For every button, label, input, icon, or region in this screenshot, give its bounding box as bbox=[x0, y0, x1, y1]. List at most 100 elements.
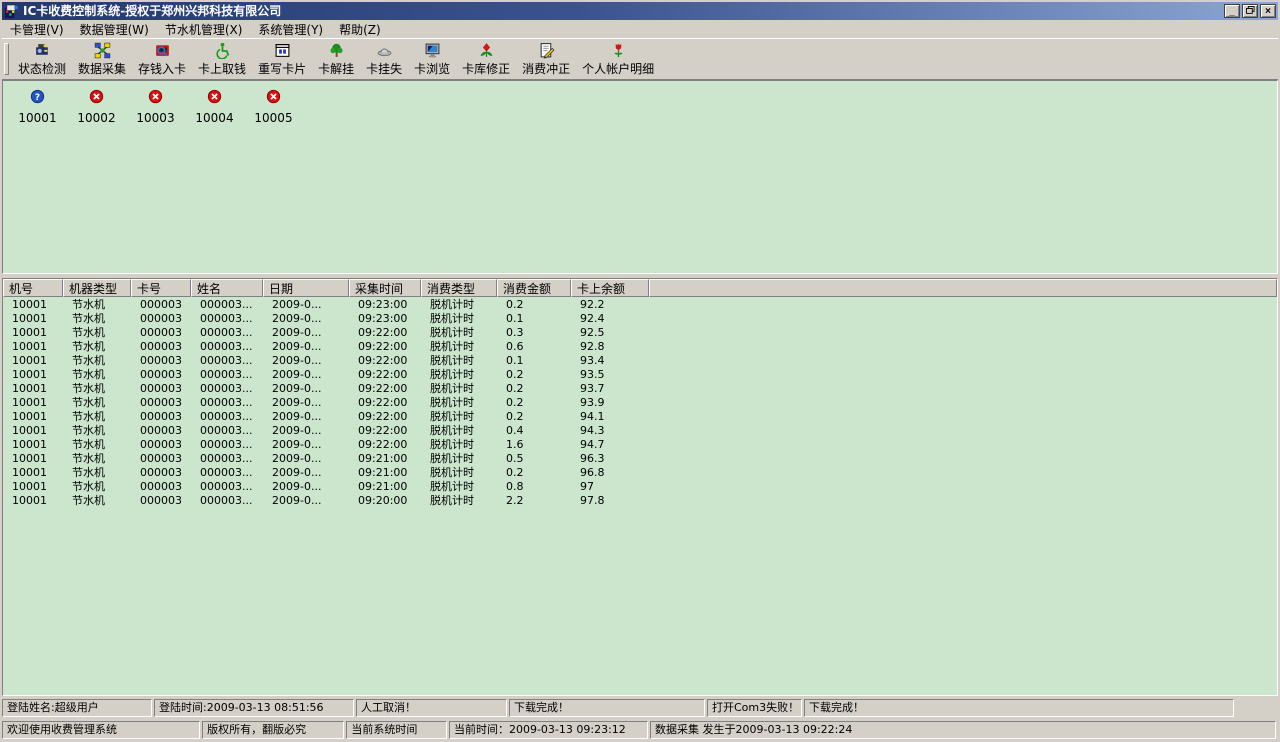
toolbar-button-label: 卡解挂 bbox=[318, 63, 354, 76]
table-row[interactable]: 10001节水机000003000003...2009-0...09:22:00… bbox=[3, 367, 1277, 381]
toolbar-button-deposit-money[interactable]: 存钱入卡 bbox=[132, 40, 192, 78]
table-row[interactable]: 10001节水机000003000003...2009-0...09:22:00… bbox=[3, 339, 1277, 353]
column-header-7[interactable]: 消费类型 bbox=[421, 279, 497, 297]
table-row[interactable]: 10001节水机000003000003...2009-0...09:22:00… bbox=[3, 325, 1277, 339]
table-cell: 节水机 bbox=[63, 492, 131, 508]
table-row[interactable]: 10001节水机000003000003...2009-0...09:22:00… bbox=[3, 437, 1277, 451]
table-cell: 0.2 bbox=[497, 298, 571, 311]
table-cell: 0.2 bbox=[497, 368, 571, 381]
table-cell: 09:22:00 bbox=[349, 382, 421, 395]
window-title: IC卡收费控制系统-授权于郑州兴邦科技有限公司 bbox=[23, 3, 1222, 19]
toolbar-button-label: 个人帐户明细 bbox=[582, 63, 654, 76]
menu-item-5[interactable]: 帮助(Z) bbox=[331, 20, 389, 39]
device-item-10005[interactable]: 10005 bbox=[251, 89, 296, 125]
minimize-button[interactable]: _ bbox=[1224, 4, 1240, 18]
table-cell: 09:20:00 bbox=[349, 494, 421, 507]
table-cell: 2009-0... bbox=[263, 466, 349, 479]
card-unsuspend-tree-icon bbox=[328, 42, 345, 62]
column-header-6[interactable]: 采集时间 bbox=[349, 279, 421, 297]
toolbar-button-card-db-fix-flower[interactable]: 卡库修正 bbox=[456, 40, 516, 78]
toolbar-button-status-check[interactable]: 状态检测 bbox=[12, 40, 72, 78]
table-row[interactable]: 10001节水机000003000003...2009-0...09:22:00… bbox=[3, 353, 1277, 367]
table-cell: 92.2 bbox=[571, 298, 649, 311]
device-item-10003[interactable]: 10003 bbox=[133, 89, 178, 125]
card-browse-monitor-icon bbox=[424, 42, 441, 62]
table-cell: 000003... bbox=[191, 424, 263, 437]
table-cell: 10001 bbox=[3, 354, 63, 367]
table-row[interactable]: 10001节水机000003000003...2009-0...09:20:00… bbox=[3, 493, 1277, 507]
column-header-3[interactable]: 卡号 bbox=[131, 279, 191, 297]
menu-item-1[interactable]: 卡管理(V) bbox=[2, 20, 72, 39]
table-cell: 2009-0... bbox=[263, 480, 349, 493]
table-row[interactable]: 10001节水机000003000003...2009-0...09:22:00… bbox=[3, 381, 1277, 395]
table-cell: 10001 bbox=[3, 368, 63, 381]
column-header-9[interactable]: 卡上余额 bbox=[571, 279, 649, 297]
table-row[interactable]: 10001节水机000003000003...2009-0...09:23:00… bbox=[3, 297, 1277, 311]
table-cell: 2.2 bbox=[497, 494, 571, 507]
table-cell: 0.2 bbox=[497, 410, 571, 423]
table-cell: 000003... bbox=[191, 480, 263, 493]
device-item-10002[interactable]: 10002 bbox=[74, 89, 119, 125]
table-row[interactable]: 10001节水机000003000003...2009-0...09:22:00… bbox=[3, 395, 1277, 409]
device-id-label: 10002 bbox=[77, 111, 115, 125]
table-body: 10001节水机000003000003...2009-0...09:23:00… bbox=[3, 297, 1277, 507]
restore-button[interactable] bbox=[1242, 4, 1258, 18]
device-status-panel: ?10001 10002 10003 10004 10005 bbox=[2, 80, 1278, 274]
column-header-8[interactable]: 消费金额 bbox=[497, 279, 571, 297]
table-cell: 09:22:00 bbox=[349, 354, 421, 367]
table-cell: 2009-0... bbox=[263, 298, 349, 311]
app-icon bbox=[4, 4, 19, 19]
table-cell: 000003 bbox=[131, 480, 191, 493]
table-row[interactable]: 10001节水机000003000003...2009-0...09:21:00… bbox=[3, 451, 1277, 465]
table-row[interactable]: 10001节水机000003000003...2009-0...09:21:00… bbox=[3, 479, 1277, 493]
table-cell: 92.8 bbox=[571, 340, 649, 353]
table-cell: 2009-0... bbox=[263, 354, 349, 367]
status-panel-bottom-1: 欢迎使用收费管理系统 bbox=[2, 721, 200, 739]
withdraw-money-icon bbox=[214, 42, 231, 62]
close-button[interactable]: × bbox=[1260, 4, 1276, 18]
table-cell: 000003... bbox=[191, 494, 263, 507]
table-cell: 09:23:00 bbox=[349, 298, 421, 311]
device-id-label: 10004 bbox=[195, 111, 233, 125]
table-cell: 94.1 bbox=[571, 410, 649, 423]
status-panel-bottom-2: 版权所有，翻版必究 bbox=[202, 721, 344, 739]
column-header-2[interactable]: 机器类型 bbox=[63, 279, 131, 297]
status-panel-top-2: 登陆时间:2009-03-13 08:51:56 bbox=[154, 699, 354, 717]
menu-item-2[interactable]: 数据管理(W) bbox=[72, 20, 157, 39]
toolbar-button-card-browse-monitor[interactable]: 卡浏览 bbox=[408, 40, 456, 78]
toolbar-button-consume-reversal-doc[interactable]: 消费冲正 bbox=[516, 40, 576, 78]
table-row[interactable]: 10001节水机000003000003...2009-0...09:23:00… bbox=[3, 311, 1277, 325]
toolbar-button-data-collect[interactable]: 数据采集 bbox=[72, 40, 132, 78]
menu-item-3[interactable]: 节水机管理(X) bbox=[157, 20, 251, 39]
toolbar-button-withdraw-money[interactable]: 卡上取钱 bbox=[192, 40, 252, 78]
toolbar-button-label: 卡浏览 bbox=[414, 63, 450, 76]
table-row[interactable]: 10001节水机000003000003...2009-0...09:22:00… bbox=[3, 409, 1277, 423]
table-cell: 93.4 bbox=[571, 354, 649, 367]
column-header-4[interactable]: 姓名 bbox=[191, 279, 263, 297]
table-row[interactable]: 10001节水机000003000003...2009-0...09:21:00… bbox=[3, 465, 1277, 479]
table-cell: 10001 bbox=[3, 396, 63, 409]
toolbar-button-card-unsuspend-tree[interactable]: 卡解挂 bbox=[312, 40, 360, 78]
toolbar-button-card-loss-hat[interactable]: 卡挂失 bbox=[360, 40, 408, 78]
table-row[interactable]: 10001节水机000003000003...2009-0...09:22:00… bbox=[3, 423, 1277, 437]
table-cell: 10001 bbox=[3, 382, 63, 395]
table-cell: 000003 bbox=[131, 466, 191, 479]
table-cell: 10001 bbox=[3, 298, 63, 311]
device-item-10001[interactable]: ?10001 bbox=[15, 89, 60, 125]
table-cell: 000003 bbox=[131, 494, 191, 507]
toolbar-button-account-detail-tulip[interactable]: 个人帐户明细 bbox=[576, 40, 660, 78]
table-cell: 000003 bbox=[131, 312, 191, 325]
table-cell: 93.5 bbox=[571, 368, 649, 381]
table-cell: 94.7 bbox=[571, 438, 649, 451]
toolbar-button-rewrite-card[interactable]: 重写卡片 bbox=[252, 40, 312, 78]
table-cell: 10001 bbox=[3, 326, 63, 339]
menu-item-4[interactable]: 系统管理(Y) bbox=[250, 20, 331, 39]
table-cell: 000003... bbox=[191, 438, 263, 451]
table-cell: 92.4 bbox=[571, 312, 649, 325]
table-cell: 09:22:00 bbox=[349, 340, 421, 353]
column-header-5[interactable]: 日期 bbox=[263, 279, 349, 297]
toolbar-grip[interactable] bbox=[4, 43, 9, 75]
table-cell: 0.3 bbox=[497, 326, 571, 339]
device-item-10004[interactable]: 10004 bbox=[192, 89, 237, 125]
column-header-1[interactable]: 机号 bbox=[3, 279, 63, 297]
